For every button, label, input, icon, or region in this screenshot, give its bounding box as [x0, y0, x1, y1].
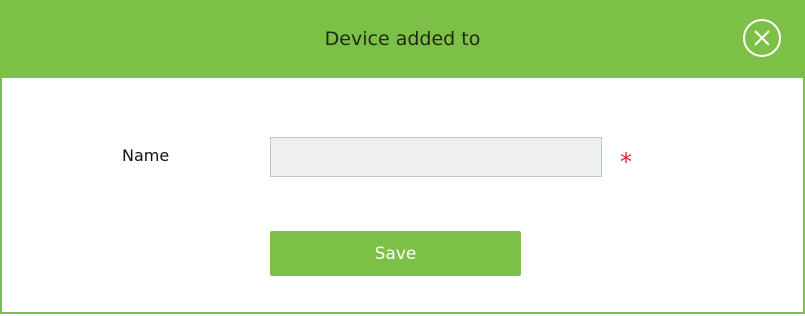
required-marker: *: [620, 148, 632, 176]
dialog-titlebar: Device added to: [2, 0, 803, 78]
name-label: Name: [122, 146, 170, 165]
close-icon: [754, 30, 770, 46]
device-dialog: Device added to Name * Save: [0, 0, 805, 314]
save-button[interactable]: Save: [270, 231, 521, 276]
close-button[interactable]: [743, 19, 781, 57]
name-input[interactable]: [270, 137, 602, 177]
dialog-title: Device added to: [324, 28, 481, 50]
